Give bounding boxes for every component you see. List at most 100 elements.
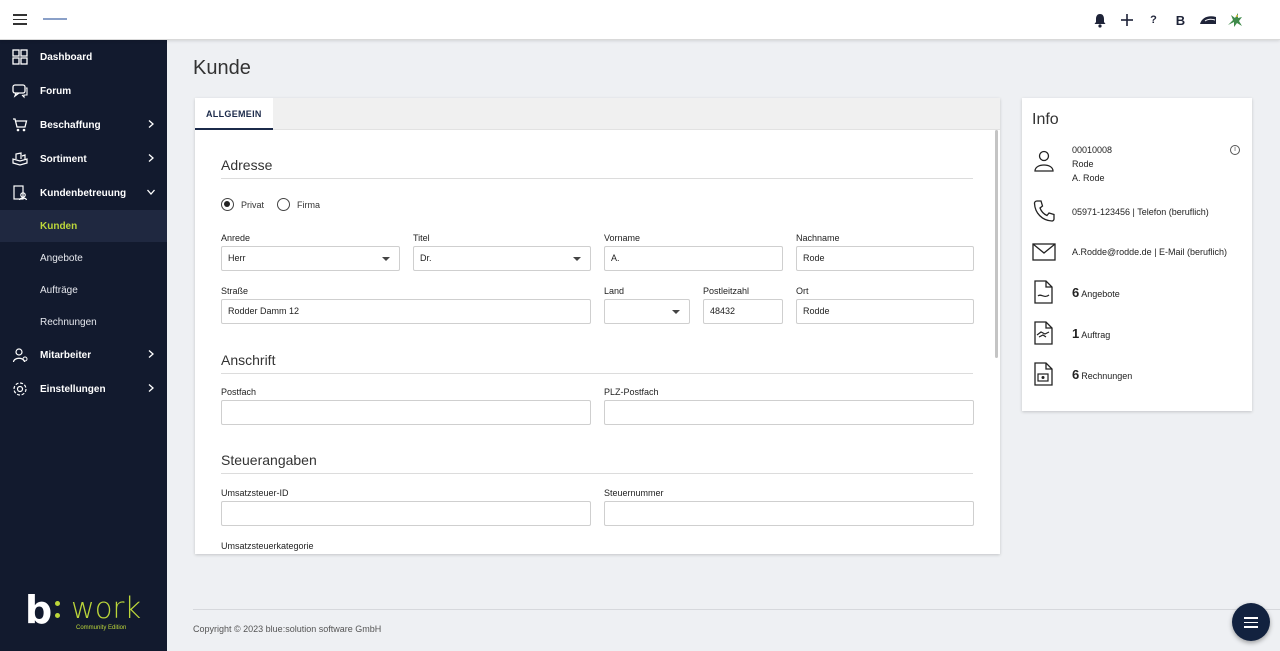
label-strasse: Straße xyxy=(221,286,249,296)
logo-work: work xyxy=(71,591,142,625)
label-postfach: Postfach xyxy=(221,387,257,397)
input-steuernummer[interactable] xyxy=(604,501,974,526)
radio-privat[interactable]: Privat xyxy=(221,198,264,211)
label-steuernummer: Steuernummer xyxy=(604,488,664,498)
sidebar-item-label: Beschaffung xyxy=(40,119,101,131)
divider xyxy=(221,178,973,179)
invoices-count: 6 xyxy=(1072,367,1080,382)
sidebar-subitem-kunden[interactable]: Kunden xyxy=(0,210,167,242)
divider xyxy=(221,473,973,474)
radio-label: Firma xyxy=(297,199,320,210)
employee-icon xyxy=(12,348,28,363)
menu-icon[interactable] xyxy=(13,14,27,26)
sidebar-item-dashboard[interactable]: Dashboard xyxy=(0,40,167,74)
page-title: Kunde xyxy=(193,57,251,79)
logo-colon xyxy=(55,601,61,621)
select-value: Herr xyxy=(228,253,246,263)
email-text: A.Rodde@rodde.de | E-Mail (beruflich) xyxy=(1072,247,1228,257)
label-titel: Titel xyxy=(413,233,430,243)
help-icon[interactable]: ? xyxy=(1140,10,1167,30)
tab-bar: ALLGEMEIN xyxy=(195,98,1000,130)
label-ust-kategorie: Umsatzsteuerkategorie xyxy=(221,541,314,551)
orders-count: 1 xyxy=(1072,326,1080,341)
customer-form-card: ALLGEMEIN Adresse Privat Firma Anrede He… xyxy=(195,98,1000,554)
invoice-document-icon xyxy=(1034,362,1053,386)
section-title-adresse: Adresse xyxy=(221,157,273,173)
info-phone[interactable]: 05971-123456 | Telefon (beruflich) xyxy=(1032,199,1244,225)
sidebar-item-sortiment[interactable]: Sortiment xyxy=(0,142,167,176)
sidebar-item-forum[interactable]: Forum xyxy=(0,74,167,108)
sidebar-item-label: Mitarbeiter xyxy=(40,349,92,361)
input-plz[interactable]: 48432 xyxy=(703,299,783,324)
company-logo xyxy=(43,18,67,20)
label-plz-postfach: PLZ-Postfach xyxy=(604,387,659,397)
chevron-right-icon xyxy=(148,154,154,162)
footer-copyright: Copyright © 2023 blue:solution software … xyxy=(193,624,382,634)
divider xyxy=(221,373,973,374)
caret-down-icon xyxy=(573,257,581,261)
info-email[interactable]: A.Rodde@rodde.de | E-Mail (beruflich) xyxy=(1032,240,1244,266)
sidebar-subitem-auftraege[interactable]: Aufträge xyxy=(0,274,167,306)
input-ust-id[interactable] xyxy=(221,501,591,526)
select-anrede[interactable]: Herr xyxy=(221,246,400,271)
input-plz-postfach[interactable] xyxy=(604,400,974,425)
radio-firma[interactable]: Firma xyxy=(277,198,320,211)
chevron-down-icon xyxy=(147,189,155,195)
label-vorname: Vorname xyxy=(604,233,641,243)
input-ort[interactable]: Rodde xyxy=(796,299,974,324)
radio-circle xyxy=(277,198,290,211)
sidebar-item-label: Sortiment xyxy=(40,153,87,165)
phone-text: 05971-123456 | Telefon (beruflich) xyxy=(1072,207,1209,217)
customer-name: Rode xyxy=(1072,159,1094,169)
info-orders[interactable]: 1 Auftrag xyxy=(1032,321,1244,347)
label-anrede: Anrede xyxy=(221,233,251,243)
info-invoices[interactable]: 6 Rechnungen xyxy=(1032,362,1244,388)
b-logo-icon[interactable]: B xyxy=(1167,10,1194,30)
chevron-right-icon xyxy=(148,350,154,358)
info-title: Info xyxy=(1032,111,1059,128)
dashboard-icon xyxy=(12,49,28,65)
sidebar-subitem-rechnungen[interactable]: Rechnungen xyxy=(0,306,167,338)
dragon-icon[interactable] xyxy=(1221,10,1248,30)
sidebar-item-label: Dashboard xyxy=(40,51,93,63)
label-ort: Ort xyxy=(796,286,809,296)
tab-allgemein[interactable]: ALLGEMEIN xyxy=(195,98,273,130)
sidebar-item-beschaffung[interactable]: Beschaffung xyxy=(0,108,167,142)
sidebar-subitem-angebote[interactable]: Angebote xyxy=(0,242,167,274)
sidebar-item-label: Forum xyxy=(40,85,72,97)
caret-down-icon xyxy=(382,257,390,261)
info-card: Info i 00010008 Rode A. Rode 05971-12345… xyxy=(1022,98,1252,411)
input-strasse[interactable]: Rodder Damm 12 xyxy=(221,299,591,324)
fab-menu-button[interactable] xyxy=(1232,603,1270,641)
select-land[interactable] xyxy=(604,299,690,324)
input-nachname[interactable]: Rode xyxy=(796,246,974,271)
sidebar-item-label: Kundenbetreuung xyxy=(40,187,127,199)
top-bar: ? B xyxy=(0,0,1280,40)
select-titel[interactable]: Dr. xyxy=(413,246,591,271)
offers-count: 6 xyxy=(1072,285,1080,300)
customer-number: 00010008 xyxy=(1072,145,1113,155)
contact-name: A. Rode xyxy=(1072,173,1105,183)
logo-b: b xyxy=(25,588,53,632)
bell-icon[interactable] xyxy=(1086,10,1113,30)
input-postfach[interactable] xyxy=(221,400,591,425)
plus-icon[interactable] xyxy=(1113,10,1140,30)
chevron-right-icon xyxy=(148,384,154,392)
assortment-icon xyxy=(12,152,28,166)
phone-icon xyxy=(1033,200,1055,222)
sidebar-item-label: Einstellungen xyxy=(40,383,106,395)
label-plz: Postleitzahl xyxy=(703,286,750,296)
section-title-anschrift: Anschrift xyxy=(221,352,276,368)
form-scrollbar[interactable] xyxy=(995,130,998,358)
mail-icon xyxy=(1032,243,1056,261)
cap-icon[interactable] xyxy=(1194,10,1221,30)
cart-icon xyxy=(13,118,28,132)
input-vorname[interactable]: A. xyxy=(604,246,783,271)
sidebar-item-einstellungen[interactable]: Einstellungen xyxy=(0,372,167,406)
sidebar-item-kundenbetreuung[interactable]: Kundenbetreuung xyxy=(0,176,167,210)
radio-circle-checked xyxy=(221,198,234,211)
sidebar: Dashboard Forum Beschaffung Sortiment Ku… xyxy=(0,40,167,651)
sidebar-item-mitarbeiter[interactable]: Mitarbeiter xyxy=(0,338,167,372)
info-offers[interactable]: 6 Angebote xyxy=(1032,280,1244,306)
orders-label: Auftrag xyxy=(1081,330,1111,340)
